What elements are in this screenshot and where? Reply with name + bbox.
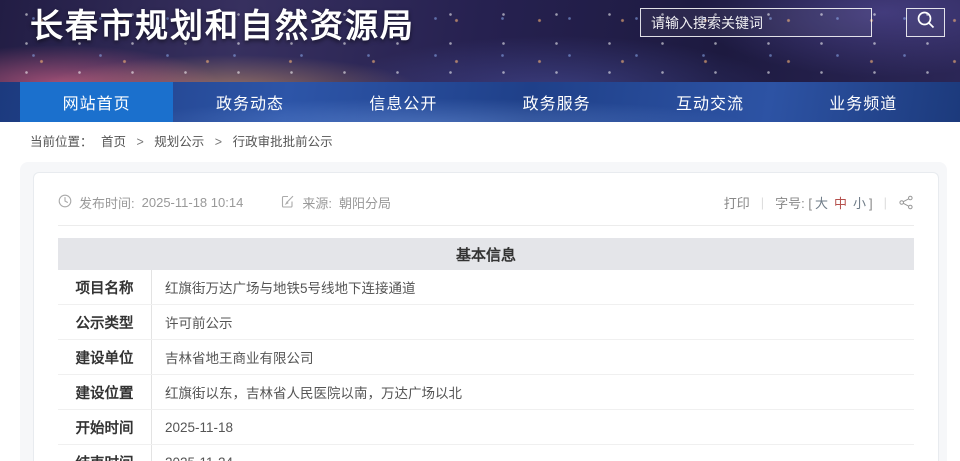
row-value: 2025-11-18 bbox=[165, 419, 234, 435]
tools-divider: | bbox=[760, 195, 765, 210]
nav-item-services[interactable]: 政务服务 bbox=[480, 82, 633, 122]
breadcrumb-home[interactable]: 首页 bbox=[101, 135, 126, 149]
breadcrumb: 当前位置： 首页 > 规划公示 > 行政审批批前公示 bbox=[0, 122, 960, 162]
source-icon bbox=[281, 194, 295, 211]
breadcrumb-label: 当前位置： bbox=[30, 135, 93, 149]
site-title: 长春市规划和自然资源局 bbox=[30, 7, 415, 44]
font-size-large-button[interactable]: 大 bbox=[815, 196, 828, 211]
font-size-close-bracket: ] bbox=[868, 196, 873, 211]
table-row: 结束时间 2025-11-24 bbox=[58, 445, 914, 461]
row-label: 建设单位 bbox=[58, 340, 152, 374]
row-value: 红旗街以东，吉林省人民医院以南，万达广场以北 bbox=[165, 386, 462, 401]
row-label: 开始时间 bbox=[58, 410, 152, 444]
main-nav: 网站首页 政务动态 信息公开 政务服务 互动交流 业务频道 bbox=[0, 82, 960, 122]
article-box: 发布时间: 2025-11-18 10:14 来源: 朝阳分局 打印 | 字号:… bbox=[33, 172, 939, 461]
tools-divider: | bbox=[883, 195, 887, 210]
row-value: 许可前公示 bbox=[165, 316, 233, 331]
nav-item-news[interactable]: 政务动态 bbox=[173, 82, 326, 122]
font-size-small-button[interactable]: 小 bbox=[853, 196, 866, 211]
row-value: 吉林省地王商业有限公司 bbox=[165, 351, 314, 366]
article-meta-left: 发布时间: 2025-11-18 10:14 来源: 朝阳分局 bbox=[58, 193, 391, 212]
content-panel: 发布时间: 2025-11-18 10:14 来源: 朝阳分局 打印 | 字号:… bbox=[20, 162, 947, 461]
table-row: 公示类型 许可前公示 bbox=[58, 305, 914, 340]
search-area bbox=[640, 8, 945, 37]
article-meta-bar: 发布时间: 2025-11-18 10:14 来源: 朝阳分局 打印 | 字号:… bbox=[58, 193, 914, 226]
table-row: 建设单位 吉林省地王商业有限公司 bbox=[58, 340, 914, 375]
publish-time-label: 发布时间: bbox=[79, 196, 135, 211]
font-size-label: 字号: [ bbox=[775, 196, 812, 211]
font-size-control: 字号: [大中小] bbox=[775, 193, 873, 212]
row-label: 项目名称 bbox=[58, 270, 152, 304]
article-tools: 打印 | 字号: [大中小] | bbox=[724, 193, 914, 212]
search-icon bbox=[916, 10, 936, 35]
table-row: 项目名称 红旗街万达广场与地铁5号线地下连接通道 bbox=[58, 270, 914, 305]
table-title: 基本信息 bbox=[58, 238, 914, 270]
breadcrumb-planning-publicity[interactable]: 规划公示 bbox=[154, 135, 204, 149]
share-icon[interactable] bbox=[898, 195, 914, 210]
breadcrumb-current-page: 行政审批批前公示 bbox=[232, 135, 333, 149]
site-header: 长春市规划和自然资源局 bbox=[0, 0, 960, 82]
nav-item-interaction[interactable]: 互动交流 bbox=[633, 82, 786, 122]
breadcrumb-separator: > bbox=[136, 135, 144, 149]
source-label: 来源: bbox=[302, 196, 332, 211]
print-button[interactable]: 打印 bbox=[724, 193, 750, 212]
row-value: 红旗街万达广场与地铁5号线地下连接通道 bbox=[165, 281, 416, 296]
font-size-medium-button[interactable]: 中 bbox=[834, 196, 847, 211]
breadcrumb-separator: > bbox=[214, 135, 223, 149]
row-label: 建设位置 bbox=[58, 375, 152, 409]
nav-item-home[interactable]: 网站首页 bbox=[20, 82, 174, 122]
publish-time-value: 2025-11-18 10:14 bbox=[141, 195, 244, 210]
search-button[interactable] bbox=[906, 8, 945, 37]
row-label: 公示类型 bbox=[58, 305, 152, 339]
source-value: 朝阳分局 bbox=[338, 196, 391, 211]
row-value: 2025-11-24 bbox=[152, 445, 914, 461]
nav-item-business[interactable]: 业务频道 bbox=[787, 82, 940, 122]
row-label: 结束时间 bbox=[58, 445, 152, 461]
table-row: 建设位置 红旗街以东，吉林省人民医院以南，万达广场以北 bbox=[58, 375, 914, 410]
search-input[interactable] bbox=[640, 8, 872, 37]
table-row: 开始时间 2025-11-18 bbox=[58, 410, 914, 445]
clock-icon bbox=[58, 194, 72, 211]
nav-item-info-disclosure[interactable]: 信息公开 bbox=[327, 82, 480, 122]
basic-info-table: 基本信息 项目名称 红旗街万达广场与地铁5号线地下连接通道 公示类型 许可前公示… bbox=[58, 238, 914, 461]
